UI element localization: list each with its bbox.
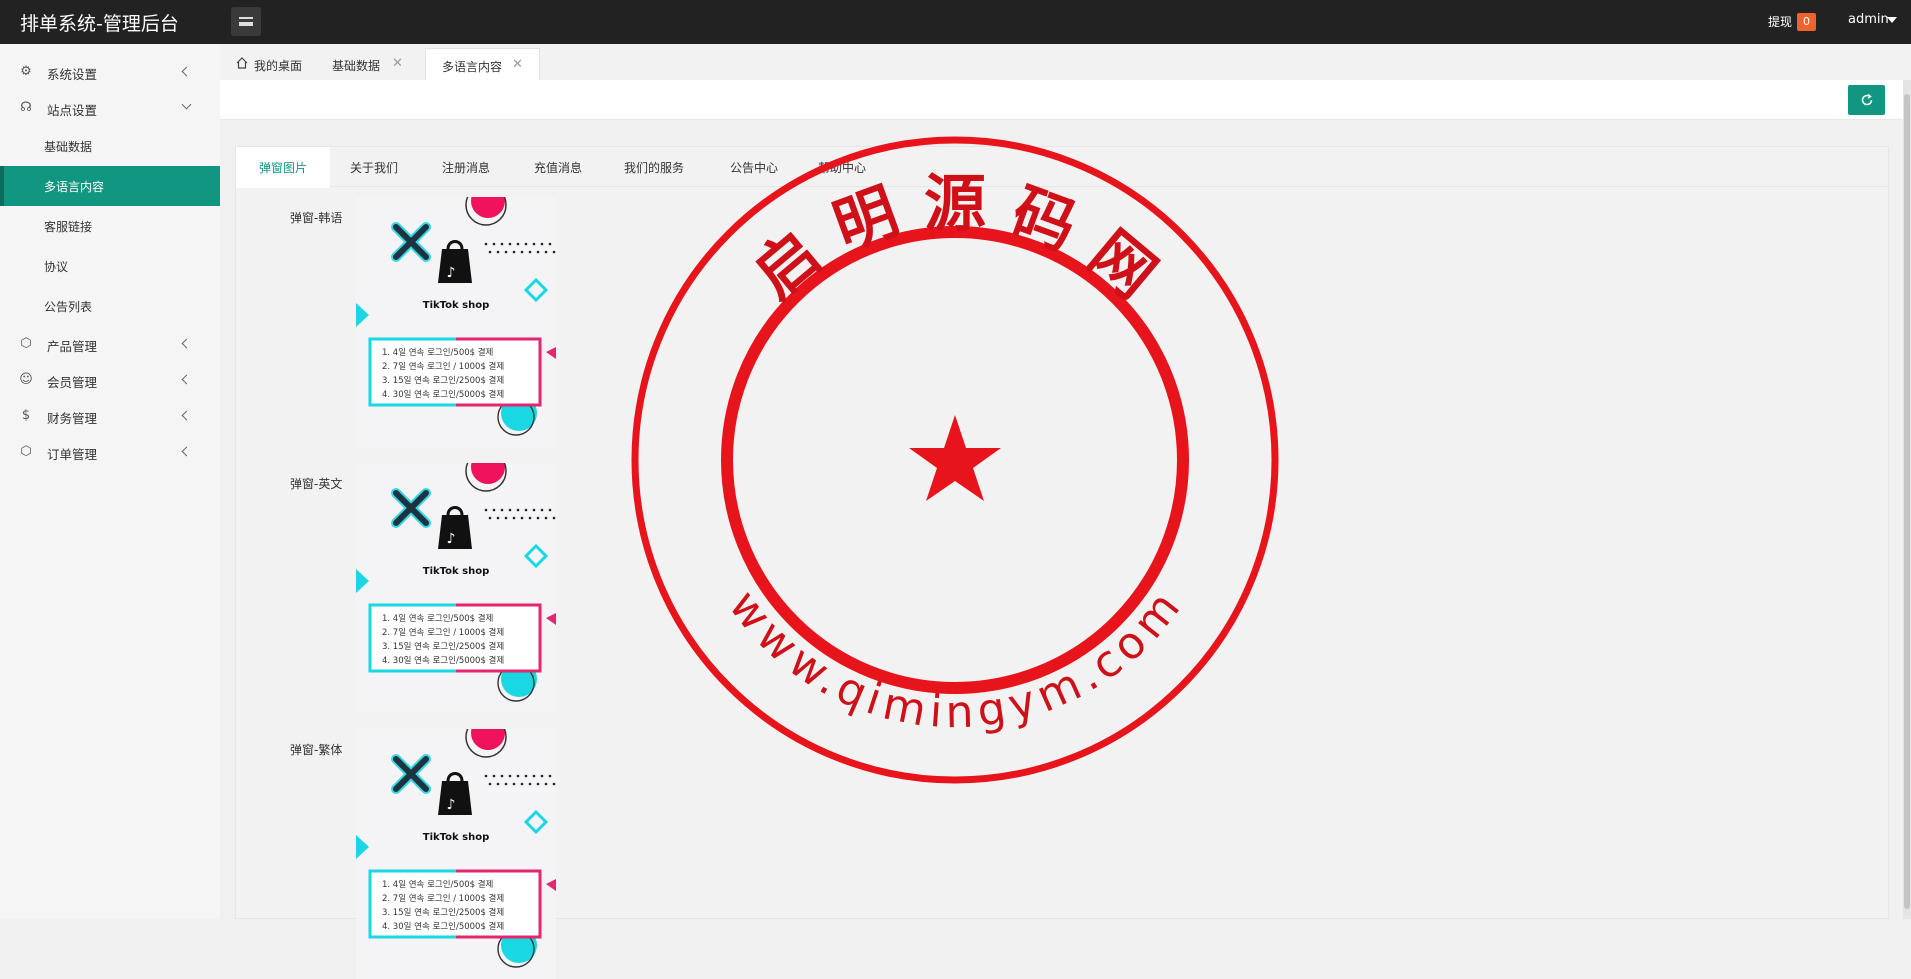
hamburger-icon: [239, 17, 253, 26]
popup-label-korean: 弹窗-韩语: [290, 211, 343, 225]
tab-label: 弹窗图片: [259, 161, 308, 175]
chevron-down-icon: [181, 99, 192, 110]
watermark-seal: 启 明 源 码 网 www.qimingym.com: [631, 136, 1279, 784]
sidebar-group-label: 系统设置: [47, 67, 98, 82]
gear-icon: ⚙: [20, 64, 32, 79]
tab-label: 关于我们: [350, 161, 399, 175]
tab-multilingual-content[interactable]: 多语言内容 ✕: [425, 48, 540, 80]
close-icon[interactable]: ✕: [392, 56, 403, 71]
popup-line: 3. 15일 연속 로그인/2500$ 결제: [382, 641, 504, 652]
sidebar-item-label: 协议: [44, 260, 69, 274]
sidebar-item-label: 公告列表: [44, 300, 93, 314]
sidebar-group-product-management[interactable]: ⬡ 产品管理: [0, 326, 220, 362]
tab-my-desktop[interactable]: 我的桌面: [220, 48, 320, 80]
menu-toggle-button[interactable]: [231, 7, 261, 36]
user-icon: ☺: [19, 372, 33, 387]
tab-about-us[interactable]: 关于我们: [330, 147, 422, 187]
chevron-left-icon: [181, 338, 192, 349]
page-tabs-bar: 我的桌面 基础数据 ✕ 多语言内容 ✕: [220, 44, 1911, 80]
app-title: 排单系统-管理后台: [20, 13, 179, 35]
sidebar-group-label: 产品管理: [47, 339, 98, 354]
sidebar-group-finance-management[interactable]: $ 财务管理: [0, 398, 220, 434]
chevron-left-icon: [181, 66, 192, 77]
tab-popup-images[interactable]: 弹窗图片: [236, 147, 330, 188]
svg-text:♪: ♪: [447, 531, 456, 547]
sidebar-group-label: 财务管理: [47, 411, 98, 426]
chevron-left-icon: [181, 374, 192, 385]
popup-line: 2. 7일 연속 로그인 / 1000$ 결제: [382, 361, 504, 372]
sidebar-group-site-settings[interactable]: ☊ 站点设置: [0, 90, 220, 126]
tab-basic-data[interactable]: 基础数据 ✕: [320, 48, 425, 80]
sidebar-item-basic-data[interactable]: 基础数据: [0, 126, 220, 166]
user-menu[interactable]: admin: [1848, 12, 1889, 27]
tab-label: 充值消息: [534, 161, 583, 175]
tab-recharge-message[interactable]: 充值消息: [514, 147, 606, 187]
tab-label: 注册消息: [442, 161, 491, 175]
chevron-left-icon: [181, 446, 192, 457]
sidebar: ⚙ 系统设置 ☊ 站点设置 基础数据 多语言内容 客服链接 协议 公告列表 ⬡ …: [0, 44, 220, 919]
sidebar-item-label: 基础数据: [44, 140, 93, 154]
close-icon[interactable]: ✕: [512, 57, 523, 72]
sidebar-item-announcement-list[interactable]: 公告列表: [0, 286, 220, 326]
popup-image-english[interactable]: ♪ TikTok shop 1. 4일 연속 로그인/500$ 결제 2. 7일…: [356, 463, 556, 713]
scrollbar-thumb[interactable]: [1904, 94, 1910, 909]
popup-line: 4. 30일 연속 로그인/5000$ 결제: [382, 655, 504, 666]
withdraw-count-badge: 0: [1797, 13, 1816, 31]
popup-artwork: ♪ TikTok shop 1. 4일 연속 로그인/500$ 결제 2. 7일…: [356, 197, 556, 436]
sidebar-item-agreement[interactable]: 协议: [0, 246, 220, 286]
sidebar-item-customer-service-link[interactable]: 客服链接: [0, 206, 220, 246]
refresh-icon: [1861, 93, 1872, 106]
popup-line: 3. 15일 연속 로그인/2500$ 결제: [382, 375, 504, 386]
popup-line: 2. 7일 연속 로그인 / 1000$ 결제: [382, 627, 504, 638]
box-icon: ⬡: [20, 336, 32, 351]
sidebar-item-label: 多语言内容: [44, 180, 105, 194]
watermark-bottom-text: www.qimingym.com: [719, 581, 1191, 738]
popup-brand-text: TikTok shop: [423, 566, 490, 577]
chevron-left-icon: [181, 410, 192, 421]
svg-text:♪: ♪: [447, 797, 456, 813]
tab-label: 我的桌面: [254, 59, 303, 73]
tab-label: 多语言内容: [442, 60, 503, 74]
caret-down-icon[interactable]: [1887, 17, 1897, 23]
popup-line: 3. 15일 연속 로그인/2500$ 결제: [382, 907, 504, 918]
popup-image-traditional[interactable]: ♪ TikTok shop 1. 4일 연속 로그인/500$ 결제 2. 7일…: [356, 729, 556, 979]
page-scrollbar[interactable]: [1903, 80, 1911, 919]
popup-label-english: 弹窗-英文: [290, 477, 343, 491]
sidebar-group-member-management[interactable]: ☺ 会员管理: [0, 362, 220, 398]
popup-line: 1. 4일 연속 로그인/500$ 결제: [382, 347, 493, 358]
popup-line: 4. 30일 연속 로그인/5000$ 결제: [382, 389, 504, 400]
popup-label-traditional: 弹窗-繁体: [290, 743, 343, 757]
dollar-icon: $: [21, 408, 31, 423]
svg-text:♪: ♪: [447, 265, 456, 281]
popup-line: 4. 30일 연속 로그인/5000$ 결제: [382, 921, 504, 932]
popup-artwork: ♪ TikTok shop 1. 4일 연속 로그인/500$ 결제 2. 7일…: [356, 729, 556, 968]
sidebar-group-label: 会员管理: [47, 375, 98, 390]
sidebar-item-label: 客服链接: [44, 220, 93, 234]
popup-image-korean[interactable]: ♪ TikTok shop 1. 4일 연속 로그인/500$ 결제 2. 7일…: [356, 197, 556, 447]
popup-line: 2. 7일 연속 로그인 / 1000$ 결제: [382, 893, 504, 904]
headset-icon: ☊: [20, 100, 32, 115]
tab-label: 基础数据: [332, 59, 381, 73]
popup-brand-text: TikTok shop: [423, 832, 490, 843]
popup-brand-text: TikTok shop: [423, 300, 490, 311]
home-icon: [236, 57, 248, 69]
tab-register-message[interactable]: 注册消息: [422, 147, 514, 187]
sidebar-group-label: 订单管理: [47, 447, 98, 462]
withdraw-link[interactable]: 提现: [1768, 13, 1792, 30]
sidebar-group-label: 站点设置: [47, 103, 98, 118]
refresh-button[interactable]: [1848, 85, 1885, 115]
popup-line: 1. 4일 연속 로그인/500$ 결제: [382, 613, 493, 624]
sidebar-group-system-settings[interactable]: ⚙ 系统设置: [0, 54, 220, 90]
popup-line: 1. 4일 연속 로그인/500$ 결제: [382, 879, 493, 890]
toolbar: [220, 80, 1905, 120]
sidebar-item-multilingual-content[interactable]: 多语言内容: [0, 166, 220, 206]
popup-artwork: ♪ TikTok shop 1. 4일 연속 로그인/500$ 결제 2. 7일…: [356, 463, 556, 702]
box-icon: ⬡: [20, 444, 32, 459]
watermark-top-text: 启 明 源 码 网: [740, 167, 1170, 312]
top-bar: 排单系统-管理后台 提现 0 admin: [0, 0, 1911, 44]
sidebar-group-order-management[interactable]: ⬡ 订单管理: [0, 434, 220, 470]
star-icon: [909, 415, 1001, 501]
